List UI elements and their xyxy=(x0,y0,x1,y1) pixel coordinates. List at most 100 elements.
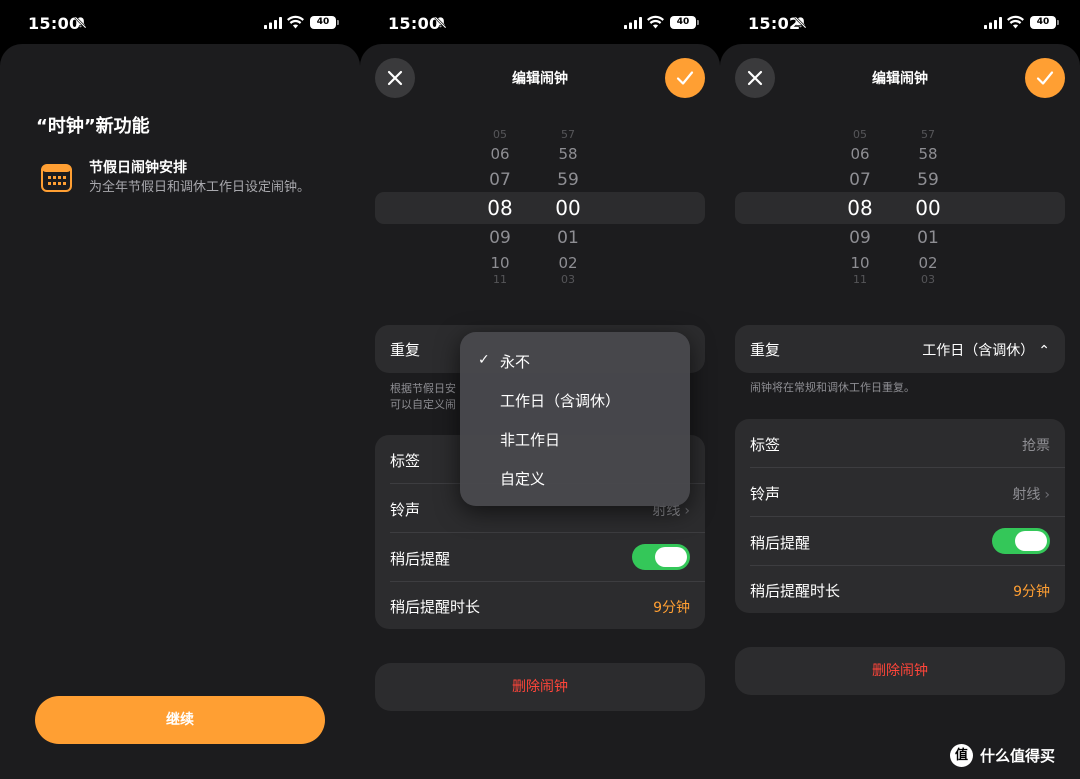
continue-button[interactable]: 继续 xyxy=(35,696,325,744)
repeat-value: 工作日（含调休） xyxy=(922,343,1035,359)
repeat-row[interactable]: 重复 工作日（含调休） ⌃ xyxy=(735,325,1065,373)
done-button[interactable] xyxy=(665,58,705,98)
picker-selection-band xyxy=(375,192,705,224)
edit-alarm-screen-menu: 15:00 40 编辑闹钟 05 06 07 08 09 10 11 57 58… xyxy=(360,0,720,779)
hour-option: 11 xyxy=(493,273,507,286)
repeat-hint-line: 可以自定义闹 xyxy=(390,398,456,411)
minute-selected: 00 xyxy=(555,196,581,220)
hour-option: 05 xyxy=(493,128,507,141)
minute-option: 59 xyxy=(917,170,939,190)
sound-label: 铃声 xyxy=(750,485,781,503)
label-label: 标签 xyxy=(390,452,421,470)
wifi-icon xyxy=(1007,15,1024,29)
snooze-row: 稍后提醒 xyxy=(375,533,705,581)
snooze-row: 稍后提醒 xyxy=(735,517,1065,565)
hour-option: 10 xyxy=(850,254,870,272)
battery-icon: 40 xyxy=(310,16,339,29)
repeat-label: 重复 xyxy=(750,341,781,359)
repeat-hint: 闹钟将在常规和调休工作日重复。 xyxy=(750,381,915,394)
status-bar: 15:00 40 xyxy=(360,0,720,44)
repeat-value-wrap: 工作日（含调休） ⌃ xyxy=(922,340,1050,360)
hour-option: 09 xyxy=(849,228,871,248)
label-label: 标签 xyxy=(750,436,781,454)
snooze-duration-row[interactable]: 稍后提醒时长 9分钟 xyxy=(735,566,1065,613)
done-button[interactable] xyxy=(1025,58,1065,98)
bell-slash-icon xyxy=(794,16,807,29)
hour-selected: 08 xyxy=(847,196,873,220)
minute-option: 01 xyxy=(917,228,939,248)
feature-sheet: “时钟”新功能 节假日闹钟安排 为全年节假日和调休工作日设定闹钟。 继续 xyxy=(0,44,360,779)
feature-description: 为全年节假日和调休工作日设定闹钟。 xyxy=(89,180,311,195)
calendar-icon xyxy=(41,164,72,192)
hour-option: 06 xyxy=(490,145,510,163)
minute-option: 03 xyxy=(921,273,935,286)
status-bar: 15:00 40 xyxy=(0,0,360,44)
repeat-hint-line: 根据节假日安 xyxy=(390,382,456,395)
label-row[interactable]: 标签 抢票 xyxy=(735,419,1065,468)
minute-option: 02 xyxy=(918,254,938,272)
cellular-signal-icon xyxy=(264,17,282,29)
menu-item-never[interactable]: 永不 xyxy=(500,351,530,372)
wifi-icon xyxy=(287,15,304,29)
minute-option: 58 xyxy=(558,145,578,163)
hour-option: 07 xyxy=(849,170,871,190)
minute-selected: 00 xyxy=(915,196,941,220)
hour-option: 06 xyxy=(850,145,870,163)
intro-screen: 15:00 40 “时钟”新功能 节假日闹钟安排 为全年节假日和调休工作日设定闹… xyxy=(0,0,360,779)
repeat-label: 重复 xyxy=(390,341,421,359)
hour-option: 11 xyxy=(853,273,867,286)
cellular-signal-icon xyxy=(624,17,642,29)
sound-value: 射线 xyxy=(1012,487,1041,503)
status-bar: 15:02 40 xyxy=(720,0,1080,44)
snooze-duration-row[interactable]: 稍后提醒时长 9分钟 xyxy=(375,582,705,629)
snooze-toggle[interactable] xyxy=(992,528,1050,554)
cellular-signal-icon xyxy=(984,17,1002,29)
feature-name: 节假日闹钟安排 xyxy=(89,160,187,176)
checkmark-icon: ✓ xyxy=(478,352,490,368)
watermark-logo-icon: 值 xyxy=(950,744,973,767)
sound-value-wrap: 射线 › xyxy=(1012,484,1050,504)
feature-title: “时钟”新功能 xyxy=(36,116,150,137)
minute-option: 02 xyxy=(558,254,578,272)
watermark-text: 什么值得买 xyxy=(980,747,1056,765)
hour-option: 07 xyxy=(489,170,511,190)
delete-alarm-button[interactable]: 删除闹钟 xyxy=(735,647,1065,695)
menu-item-non-workdays[interactable]: 非工作日 xyxy=(500,429,560,450)
minute-option: 57 xyxy=(921,128,935,141)
picker-selection-band xyxy=(735,192,1065,224)
status-time: 15:00 xyxy=(388,14,441,33)
snooze-toggle[interactable] xyxy=(632,544,690,570)
minute-option: 03 xyxy=(561,273,575,286)
edit-sheet: 编辑闹钟 05 06 07 08 09 10 11 57 58 59 00 01… xyxy=(720,44,1080,779)
menu-item-workdays[interactable]: 工作日（含调休） xyxy=(500,390,620,411)
snooze-duration-label: 稍后提醒时长 xyxy=(750,582,841,600)
checkmark-icon xyxy=(1036,71,1054,85)
chevron-right-icon: › xyxy=(1044,487,1050,503)
checkmark-icon xyxy=(676,71,694,85)
battery-icon: 40 xyxy=(670,16,699,29)
chevron-right-icon: › xyxy=(684,503,690,519)
label-value: 抢票 xyxy=(1022,438,1050,454)
settings-group: 标签 抢票 铃声 射线 › 稍后提醒 稍后提醒时长 9分钟 xyxy=(735,419,1065,613)
minute-option: 57 xyxy=(561,128,575,141)
delete-alarm-button[interactable]: 删除闹钟 xyxy=(375,663,705,711)
wifi-icon xyxy=(647,15,664,29)
minute-option: 59 xyxy=(557,170,579,190)
snooze-duration-value: 9分钟 xyxy=(1013,584,1050,600)
snooze-label: 稍后提醒 xyxy=(390,550,451,568)
chevron-updown-icon: ⌃ xyxy=(1038,343,1050,359)
battery-icon: 40 xyxy=(1030,16,1059,29)
hour-option: 05 xyxy=(853,128,867,141)
watermark: 值 什么值得买 xyxy=(950,744,1080,768)
bell-slash-icon xyxy=(74,16,87,29)
sound-row[interactable]: 铃声 射线 › xyxy=(735,468,1065,516)
hour-option: 09 xyxy=(489,228,511,248)
repeat-menu: ✓ 永不 工作日（含调休） 非工作日 自定义 xyxy=(460,332,690,506)
snooze-label: 稍后提醒 xyxy=(750,534,811,552)
menu-item-custom[interactable]: 自定义 xyxy=(500,468,545,489)
snooze-duration-value: 9分钟 xyxy=(653,600,690,616)
bell-slash-icon xyxy=(434,16,447,29)
hour-selected: 08 xyxy=(487,196,513,220)
minute-option: 01 xyxy=(557,228,579,248)
edit-alarm-screen: 15:02 40 编辑闹钟 05 06 07 08 09 10 11 57 58… xyxy=(720,0,1080,779)
